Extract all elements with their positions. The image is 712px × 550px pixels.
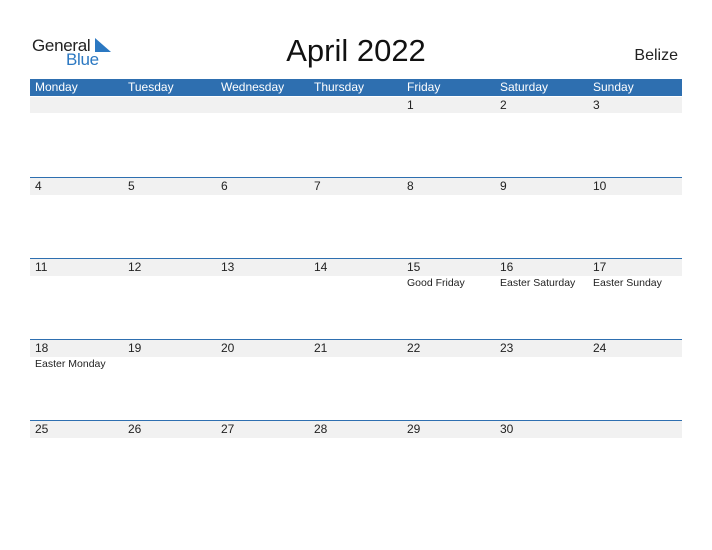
day-cell: 6 bbox=[216, 178, 309, 259]
day-number: 6 bbox=[221, 179, 228, 193]
day-number: 16 bbox=[500, 260, 514, 274]
day-number: 15 bbox=[407, 260, 421, 274]
day-cell: 29 bbox=[402, 421, 495, 502]
day-cell bbox=[309, 97, 402, 178]
day-number: 25 bbox=[35, 422, 49, 436]
weekday-sunday: Sunday bbox=[593, 80, 634, 94]
day-cell: 1 bbox=[402, 97, 495, 178]
day-number: 30 bbox=[500, 422, 514, 436]
day-cell: 10 bbox=[588, 178, 681, 259]
day-number: 11 bbox=[35, 260, 48, 274]
day-cell bbox=[588, 421, 681, 502]
day-cell: 21 bbox=[309, 340, 402, 421]
day-cell bbox=[216, 97, 309, 178]
day-cell: 2 bbox=[495, 97, 588, 178]
day-number: 18 bbox=[35, 341, 49, 355]
day-number: 24 bbox=[593, 341, 607, 355]
day-cell: 27 bbox=[216, 421, 309, 502]
holiday-label: Good Friday bbox=[407, 277, 465, 289]
day-cell: 11 bbox=[30, 259, 123, 340]
day-cell: 5 bbox=[123, 178, 216, 259]
day-number: 4 bbox=[35, 179, 42, 193]
holiday-label: Easter Saturday bbox=[500, 277, 576, 289]
day-number: 28 bbox=[314, 422, 328, 436]
day-cell: 25 bbox=[30, 421, 123, 502]
week-row: 18 Easter Monday 19 20 21 22 23 24 bbox=[30, 339, 682, 421]
day-number: 22 bbox=[407, 341, 421, 355]
day-cell: 8 bbox=[402, 178, 495, 259]
country-label: Belize bbox=[634, 47, 678, 64]
weekday-header: Monday Tuesday Wednesday Thursday Friday… bbox=[30, 79, 682, 96]
day-cell: 22 bbox=[402, 340, 495, 421]
holiday-label: Easter Monday bbox=[35, 358, 106, 370]
day-number: 17 bbox=[593, 260, 607, 274]
day-number: 20 bbox=[221, 341, 235, 355]
day-cell: 17 Easter Sunday bbox=[588, 259, 681, 340]
day-cell: 4 bbox=[30, 178, 123, 259]
day-number: 5 bbox=[128, 179, 135, 193]
day-number: 8 bbox=[407, 179, 414, 193]
day-number: 3 bbox=[593, 98, 600, 112]
day-cell: 23 bbox=[495, 340, 588, 421]
day-cell: 26 bbox=[123, 421, 216, 502]
week-row: 11 12 13 14 15 Good Friday 16 Easter Saturday 17… bbox=[30, 258, 682, 340]
day-cell: 20 bbox=[216, 340, 309, 421]
day-number: 1 bbox=[407, 98, 414, 112]
day-cell: 16 Easter Saturday bbox=[495, 259, 588, 340]
day-cell: 19 bbox=[123, 340, 216, 421]
day-number: 10 bbox=[593, 179, 607, 193]
day-number: 27 bbox=[221, 422, 235, 436]
day-number: 23 bbox=[500, 341, 514, 355]
day-cell: 18 Easter Monday bbox=[30, 340, 123, 421]
day-cell bbox=[30, 97, 123, 178]
weekday-friday: Friday bbox=[407, 80, 441, 94]
day-cell: 7 bbox=[309, 178, 402, 259]
holiday-label: Easter Sunday bbox=[593, 277, 662, 289]
day-number: 7 bbox=[314, 179, 321, 193]
day-cell: 12 bbox=[123, 259, 216, 340]
day-cell: 30 bbox=[495, 421, 588, 502]
day-cell bbox=[123, 97, 216, 178]
weekday-thursday: Thursday bbox=[314, 80, 365, 94]
day-cell: 3 bbox=[588, 97, 681, 178]
weekday-wednesday: Wednesday bbox=[221, 80, 285, 94]
day-cell: 24 bbox=[588, 340, 681, 421]
day-number: 26 bbox=[128, 422, 142, 436]
day-number: 14 bbox=[314, 260, 328, 274]
day-cell: 15 Good Friday bbox=[402, 259, 495, 340]
week-row: 1 2 3 bbox=[30, 97, 682, 178]
day-cell: 13 bbox=[216, 259, 309, 340]
day-number: 21 bbox=[314, 341, 328, 355]
day-number: 29 bbox=[407, 422, 421, 436]
day-number: 9 bbox=[500, 179, 507, 193]
week-row: 25 26 27 28 29 30 bbox=[30, 420, 682, 502]
day-number: 12 bbox=[128, 260, 142, 274]
calendar-title: April 2022 bbox=[286, 33, 426, 68]
day-cell: 14 bbox=[309, 259, 402, 340]
day-number: 2 bbox=[500, 98, 507, 112]
weekday-saturday: Saturday bbox=[500, 80, 549, 94]
week-row: 4 5 6 7 8 9 10 bbox=[30, 177, 682, 259]
day-number: 19 bbox=[128, 341, 142, 355]
day-number: 13 bbox=[221, 260, 235, 274]
day-cell: 9 bbox=[495, 178, 588, 259]
day-cell: 28 bbox=[309, 421, 402, 502]
weekday-tuesday: Tuesday bbox=[128, 80, 174, 94]
weekday-monday: Monday bbox=[35, 80, 78, 94]
